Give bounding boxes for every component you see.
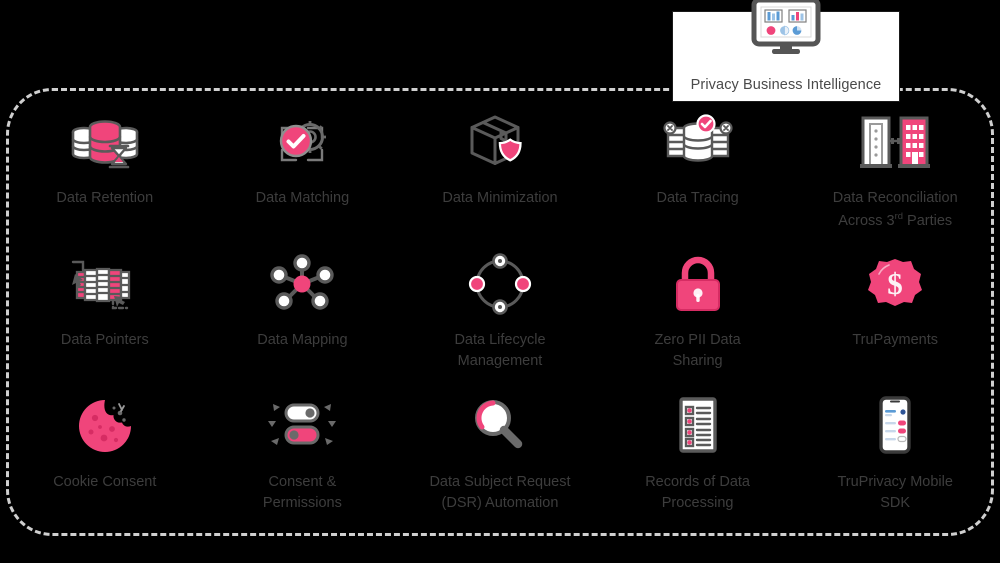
tile-records-of-data-processing[interactable]: Records of Data Processing — [599, 394, 797, 514]
tile-label-line2-post: Parties — [903, 212, 953, 229]
tile-label: Data Minimization — [442, 190, 558, 206]
database-pointers-icon — [67, 252, 143, 318]
tile-truprivacy-mobile-sdk[interactable]: TruPrivacy Mobile SDK — [796, 394, 994, 514]
tile-data-mapping[interactable]: Data Mapping — [204, 252, 402, 351]
tile-label: Data Lifecycle Management — [454, 332, 546, 370]
tile-data-pointers[interactable]: Data Pointers — [6, 252, 204, 351]
tile-label-ordinal: rd — [894, 210, 903, 222]
dollar-coin-icon: $ — [857, 252, 933, 318]
lifecycle-ring-icon — [462, 252, 538, 318]
tile-label: Data Mapping — [257, 332, 348, 348]
padlock-icon — [660, 252, 736, 318]
magnifier-icon — [462, 394, 538, 460]
tile-data-reconciliation[interactable]: Data Reconciliation Across 3rd Parties — [796, 110, 994, 232]
tile-data-lifecycle-management[interactable]: Data Lifecycle Management — [401, 252, 599, 372]
privacy-business-intelligence-label: Privacy Business Intelligence — [690, 77, 882, 93]
tile-label-line1: Data Reconciliation — [832, 190, 958, 206]
tile-consent-permissions[interactable]: Consent & Permissions — [204, 394, 402, 514]
cookie-icon — [67, 394, 143, 460]
toggle-switches-icon — [264, 394, 340, 460]
tile-cookie-consent[interactable]: Cookie Consent — [6, 394, 204, 493]
checklist-document-icon — [660, 394, 736, 460]
network-nodes-icon — [264, 252, 340, 318]
tile-data-retention[interactable]: Data Retention — [6, 110, 204, 209]
tile-data-tracing[interactable]: Data Tracing — [599, 110, 797, 209]
tile-label: Data Pointers — [60, 332, 149, 348]
tile-label: Data Tracing — [656, 190, 739, 206]
tile-label: TruPayments — [852, 332, 939, 348]
tile-zero-pii-data-sharing[interactable]: Zero PII Data Sharing — [599, 252, 797, 372]
tile-data-minimization[interactable]: Data Minimization — [401, 110, 599, 209]
tile-label: TruPrivacy Mobile SDK — [837, 474, 953, 512]
database-trace-check-icon — [660, 110, 736, 176]
tile-label: Data Matching — [255, 190, 350, 206]
tile-label-line2-pre: Across 3 — [838, 212, 895, 229]
tile-label: Data Retention — [56, 190, 154, 206]
mobile-phone-icon — [857, 394, 933, 460]
tile-label: Data Reconciliation Across 3rd Parties — [833, 188, 958, 232]
tile-label: Records of Data Processing — [645, 474, 750, 512]
diagram-canvas: Privacy Business Intelligence Data Reten… — [0, 0, 1000, 563]
tile-label: Consent & Permissions — [262, 474, 342, 512]
check-gear-match-icon — [264, 110, 340, 176]
monitor-dashboard-icon — [749, 0, 823, 56]
svg-text:$: $ — [887, 266, 903, 301]
tile-label: Cookie Consent — [53, 474, 157, 490]
database-hourglass-icon — [67, 110, 143, 176]
tile-label: Zero PII Data Sharing — [654, 332, 741, 370]
two-buildings-icon — [857, 110, 933, 176]
tile-dsr-automation[interactable]: Data Subject Request (DSR) Automation — [401, 394, 599, 514]
tile-trupayments[interactable]: $ TruPayments — [796, 252, 994, 351]
box-shield-icon — [462, 110, 538, 176]
tile-label: Data Subject Request (DSR) Automation — [429, 474, 571, 512]
capability-grid: Data Retention Data Matching Data Minimi… — [6, 88, 994, 536]
tile-data-matching[interactable]: Data Matching — [204, 110, 402, 209]
privacy-business-intelligence-card[interactable]: Privacy Business Intelligence — [672, 0, 900, 102]
